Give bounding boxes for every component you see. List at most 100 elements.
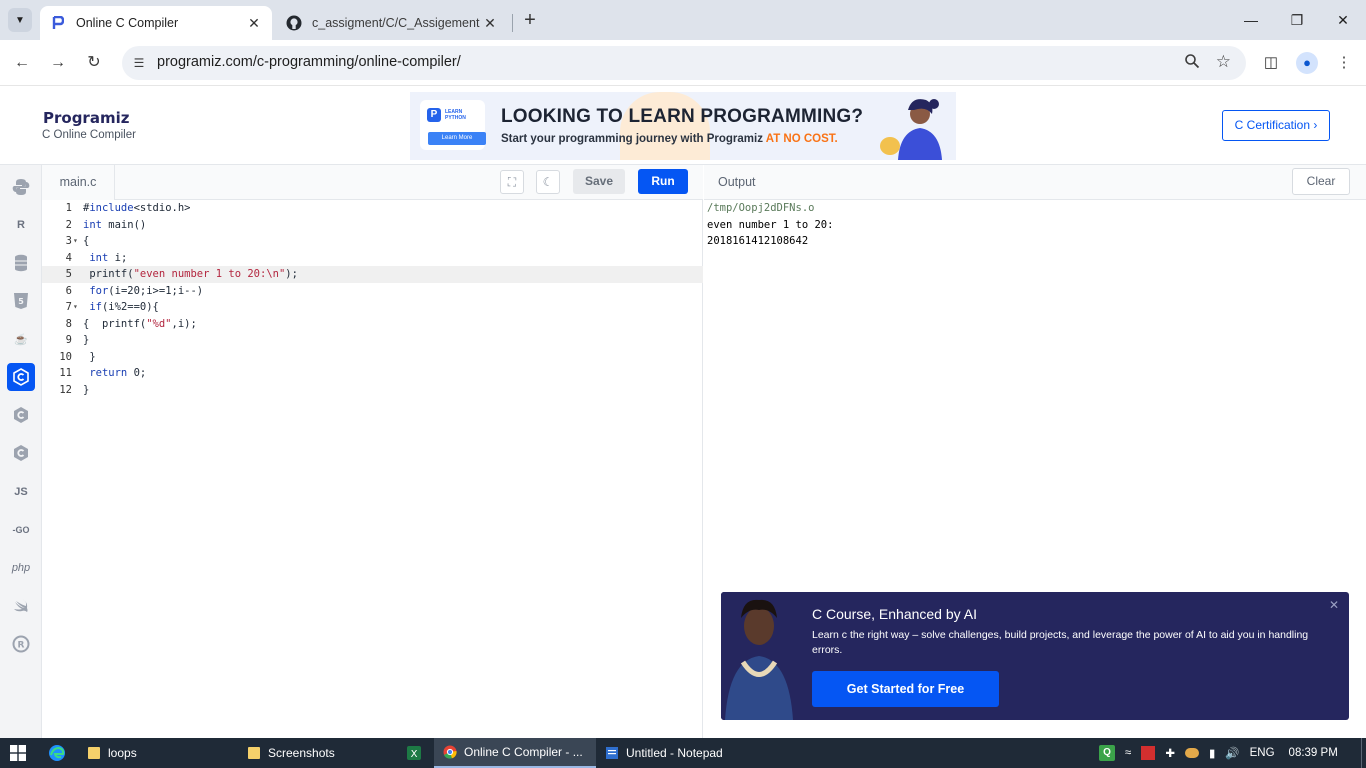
browser-menu-icon[interactable]: ⋮ bbox=[1333, 52, 1355, 74]
url-text[interactable]: programiz.com/c-programming/online-compi… bbox=[157, 54, 461, 70]
run-button[interactable]: Run bbox=[638, 169, 688, 194]
csharp-language-icon[interactable] bbox=[7, 439, 35, 467]
code-line[interactable]: 9} bbox=[42, 332, 703, 349]
python-icon[interactable] bbox=[7, 173, 35, 201]
volume-icon[interactable]: 🔊 bbox=[1225, 746, 1239, 760]
clear-button[interactable]: Clear bbox=[1292, 168, 1350, 195]
minimize-icon[interactable]: — bbox=[1236, 8, 1266, 32]
rust-icon[interactable]: R bbox=[7, 630, 35, 658]
code-text[interactable]: return 0; bbox=[83, 365, 146, 382]
taskbar-app-loops[interactable]: loops bbox=[78, 738, 145, 768]
code-text[interactable]: #include<stdio.h> bbox=[83, 200, 191, 217]
code-text[interactable]: int main() bbox=[83, 217, 146, 234]
code-line[interactable]: 11 return 0; bbox=[42, 365, 703, 382]
shield-icon[interactable]: ✚ bbox=[1165, 746, 1175, 760]
r-language-icon[interactable]: R bbox=[7, 211, 35, 239]
code-text[interactable]: } bbox=[83, 382, 89, 399]
weather-icon[interactable] bbox=[1184, 748, 1199, 758]
zoom-icon[interactable] bbox=[1184, 53, 1200, 74]
browser-tab-strip: ▼ Online C Compiler ✕ c_assigment/C/C_As… bbox=[0, 0, 1366, 40]
line-number: 3 bbox=[65, 235, 72, 247]
code-line[interactable]: 6 for(i=20;i>=1;i--) bbox=[42, 283, 703, 300]
profile-avatar-icon[interactable]: ● bbox=[1296, 52, 1318, 74]
tab-github-assignment[interactable]: c_assigment/C/C_Assigement at ✕ bbox=[276, 6, 508, 40]
tab-search-dropdown-icon[interactable]: ▼ bbox=[8, 8, 32, 32]
line-number: 8 bbox=[65, 317, 72, 330]
code-line[interactable]: 2 int main() bbox=[42, 217, 703, 234]
code-line[interactable]: 7 ▾ if(i%2==0){ bbox=[42, 299, 703, 316]
address-bar[interactable]: ☰ programiz.com/c-programming/online-com… bbox=[122, 46, 1246, 80]
sql-database-icon[interactable] bbox=[7, 249, 35, 277]
wifi-icon[interactable]: ≈ bbox=[1125, 747, 1131, 759]
banner-headline: LOOKING TO LEARN PROGRAMMING? bbox=[501, 106, 864, 127]
taskbar-app-chrome[interactable]: Online C Compiler - ... bbox=[434, 738, 596, 768]
excel-icon[interactable]: X bbox=[406, 738, 422, 768]
new-tab-icon[interactable]: + bbox=[519, 10, 541, 32]
edge-browser-icon[interactable] bbox=[48, 738, 66, 768]
cpp-language-icon[interactable] bbox=[7, 401, 35, 429]
code-line[interactable]: 12} bbox=[42, 382, 703, 399]
dark-mode-moon-icon[interactable]: ☾ bbox=[536, 170, 560, 194]
c-certification-button[interactable]: C Certification › bbox=[1222, 110, 1330, 141]
html5-icon[interactable]: 5 bbox=[7, 287, 35, 315]
c-language-icon[interactable] bbox=[7, 363, 35, 391]
fold-toggle-icon[interactable]: ▾ bbox=[73, 233, 81, 250]
bookmark-star-icon[interactable]: ☆ bbox=[1216, 52, 1231, 72]
code-line[interactable]: 8 { printf("%d",i); bbox=[42, 316, 703, 333]
taskbar-app-label: Untitled - Notepad bbox=[626, 746, 723, 760]
close-icon[interactable]: ✕ bbox=[482, 15, 498, 32]
code-line[interactable]: 5 printf("even number 1 to 20:\n"); bbox=[42, 266, 703, 283]
code-text[interactable]: if(i%2==0){ bbox=[83, 299, 159, 316]
battery-icon[interactable]: ▮ bbox=[1209, 746, 1215, 760]
code-text[interactable]: } bbox=[83, 332, 89, 349]
code-line[interactable]: 1 #include<stdio.h> bbox=[42, 200, 703, 217]
get-started-button[interactable]: Get Started for Free bbox=[812, 671, 999, 707]
tab-online-c-compiler[interactable]: Online C Compiler ✕ bbox=[40, 6, 272, 40]
clock-time[interactable]: 08:39 PM bbox=[1289, 747, 1338, 759]
site-settings-icon[interactable]: ☰ bbox=[130, 54, 148, 72]
save-button[interactable]: Save bbox=[573, 169, 625, 194]
file-tab-main-c[interactable]: main.c bbox=[42, 165, 115, 200]
taskbar-app-screenshots[interactable]: Screenshots bbox=[238, 738, 343, 768]
code-text[interactable]: int i; bbox=[83, 250, 127, 267]
qbittorrent-icon[interactable]: Q bbox=[1099, 745, 1115, 761]
language-indicator[interactable]: ENG bbox=[1250, 747, 1275, 759]
forward-icon[interactable]: → bbox=[46, 51, 70, 75]
window-close-icon[interactable]: ✕ bbox=[1328, 8, 1358, 32]
fullscreen-icon[interactable]: ⛶ bbox=[500, 170, 524, 194]
programiz-logo[interactable]: Programiz bbox=[43, 109, 129, 127]
site-header: Programiz C Online Compiler P LEARN PYTH… bbox=[0, 87, 1366, 165]
java-icon[interactable]: ☕ bbox=[7, 325, 35, 353]
code-line[interactable]: 4 int i; bbox=[42, 250, 703, 267]
close-icon[interactable]: ✕ bbox=[246, 15, 262, 32]
code-text[interactable]: { printf("%d",i); bbox=[83, 316, 197, 333]
line-number: 7 bbox=[65, 301, 72, 313]
go-language-icon[interactable]: -GO bbox=[7, 516, 35, 544]
system-tray: Q ≈ ✚ ▮ 🔊 ENG 08:39 PM bbox=[1099, 738, 1338, 768]
side-panel-icon[interactable]: ◫ bbox=[1260, 52, 1282, 74]
ad-banner[interactable]: P LEARN PYTHON Learn More LOOKING TO LEA… bbox=[410, 92, 956, 160]
javascript-icon[interactable]: JS bbox=[7, 478, 35, 506]
windows-start-icon[interactable] bbox=[10, 738, 26, 768]
code-text[interactable]: { bbox=[83, 233, 89, 250]
output-toolbar: Output Clear bbox=[704, 165, 1366, 200]
code-text[interactable]: for(i=20;i>=1;i--) bbox=[83, 283, 203, 300]
code-line[interactable]: 3 ▾{ bbox=[42, 233, 703, 250]
code-editor[interactable]: 1 #include<stdio.h> 2 int main() 3 ▾{4 int i;… bbox=[42, 200, 703, 738]
reload-icon[interactable]: ↻ bbox=[82, 51, 106, 75]
line-number: 11 bbox=[59, 367, 72, 379]
close-icon[interactable]: ✕ bbox=[1329, 598, 1339, 612]
show-desktop-button[interactable] bbox=[1361, 738, 1366, 768]
code-text[interactable]: } bbox=[83, 349, 95, 366]
fold-toggle-icon[interactable]: ▾ bbox=[73, 299, 81, 316]
notepad-icon bbox=[604, 745, 620, 761]
back-icon[interactable]: ← bbox=[10, 51, 34, 75]
restore-icon[interactable]: ❐ bbox=[1282, 8, 1312, 32]
code-line[interactable]: 10 } bbox=[42, 349, 703, 366]
swift-icon[interactable] bbox=[7, 592, 35, 620]
taskbar-app-notepad[interactable]: Untitled - Notepad bbox=[596, 738, 731, 768]
php-icon[interactable]: php bbox=[7, 554, 35, 582]
page-subtitle: C Online Compiler bbox=[42, 129, 136, 141]
code-text[interactable]: printf("even number 1 to 20:\n"); bbox=[83, 266, 298, 283]
antivirus-icon[interactable] bbox=[1141, 746, 1156, 760]
